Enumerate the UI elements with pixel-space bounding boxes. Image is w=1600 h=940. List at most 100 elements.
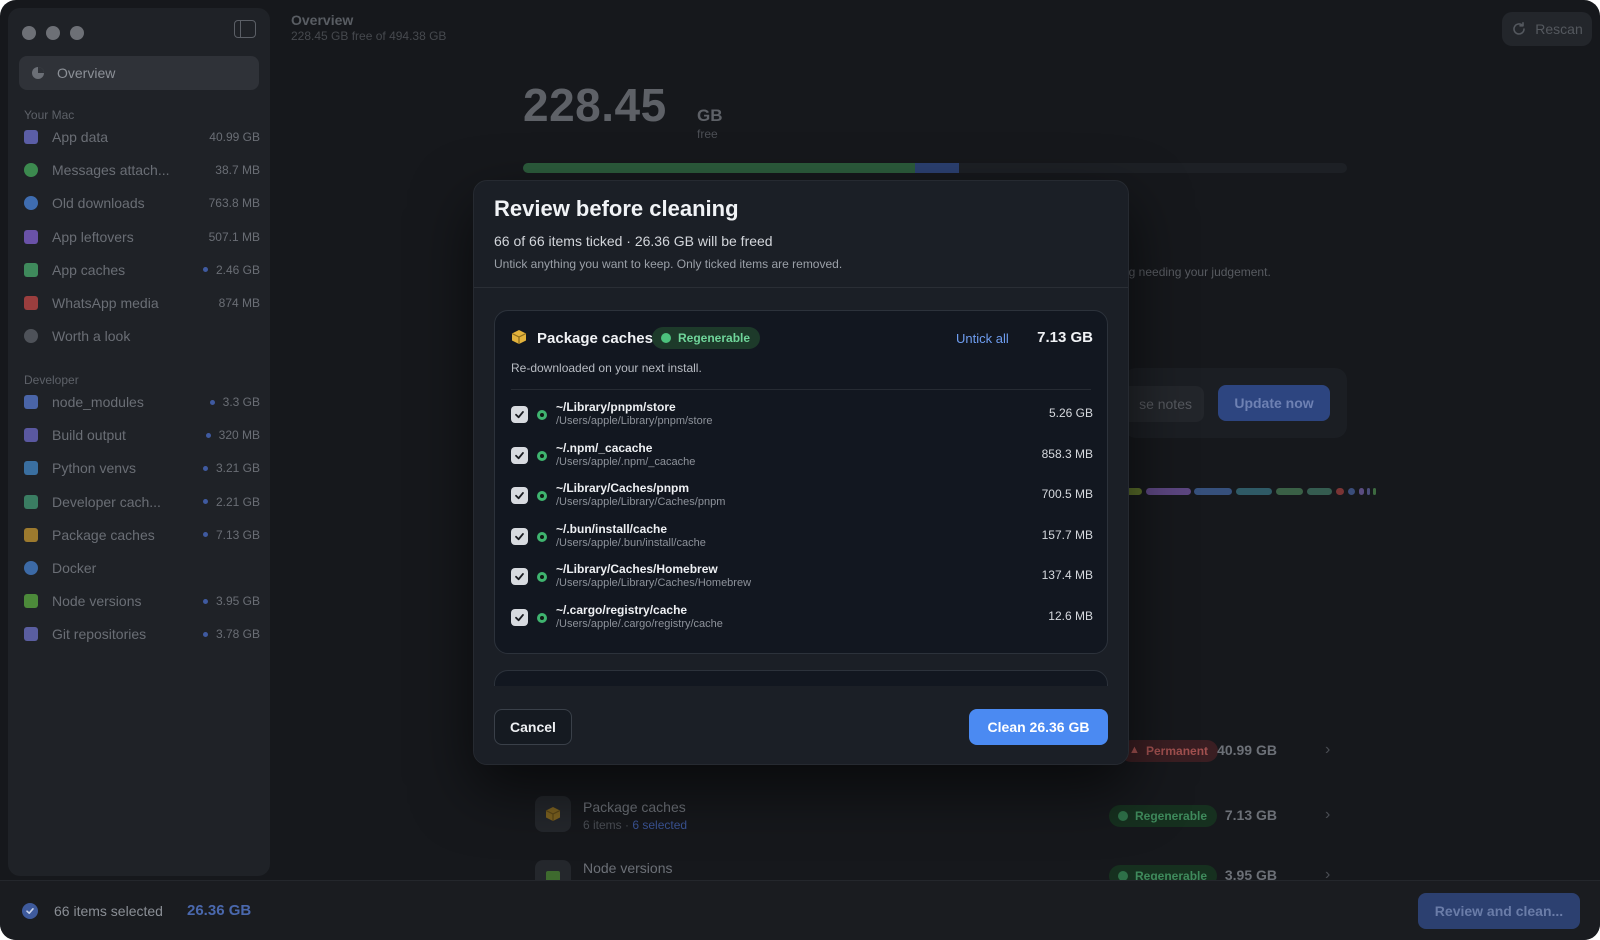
regenerable-icon	[537, 491, 547, 501]
segment	[1359, 488, 1364, 495]
item-path: ~/Library/pnpm/store	[556, 400, 676, 414]
sidebar-item-label: App caches	[52, 261, 126, 278]
bottom-bar: 66 items selected 26.36 GB Review and cl…	[0, 880, 1600, 940]
selected-size: 26.36 GB	[187, 902, 252, 919]
item-size: 700.5 MB	[1041, 487, 1093, 501]
item-path: ~/Library/Caches/pnpm	[556, 481, 690, 495]
segment	[1194, 488, 1232, 495]
sidebar-item-label: WhatsApp media	[52, 295, 159, 311]
item-checkbox[interactable]	[511, 608, 528, 626]
grid-icon	[24, 130, 38, 144]
sidebar-item[interactable]: Python venvs 3.21 GB	[24, 456, 260, 480]
window-controls	[22, 26, 84, 40]
clean-button[interactable]: Clean 26.36 GB	[969, 709, 1108, 745]
row-meta: 6 items · 6 selected	[583, 818, 688, 832]
free-space-value: 228.45	[523, 79, 667, 131]
segment	[1373, 488, 1376, 495]
review-and-clean-button[interactable]: Review and clean...	[1418, 893, 1580, 929]
sidebar-item[interactable]: Build output 320 MB	[24, 423, 260, 447]
regenerable-icon	[537, 450, 547, 461]
sidebar-item-size: 2.21 GB	[215, 494, 260, 509]
item-size: 12.6 MB	[1048, 608, 1093, 623]
sidebar-item[interactable]: node_modules 3.3 GB	[24, 390, 260, 414]
item-path: ~/.npm/_cacache	[556, 440, 653, 455]
warning-icon: ▲	[1129, 744, 1140, 756]
free-space-unit: GB	[697, 106, 723, 125]
package-icon	[535, 796, 571, 832]
sidebar-item[interactable]: App data 40.99 GB	[24, 125, 260, 149]
regenerable-icon	[537, 531, 547, 542]
item-checkbox[interactable]	[511, 446, 528, 464]
zoom-window-button[interactable]	[70, 26, 84, 40]
sidebar-item[interactable]: Git repositories 3.78 GB	[24, 622, 260, 646]
sidebar-item-label: Git repositories	[52, 626, 147, 643]
group-name: Package caches	[537, 330, 653, 347]
rescan-button[interactable]: Rescan	[1502, 12, 1592, 46]
sidebar-item-overview[interactable]: Overview	[19, 56, 259, 90]
segment	[1336, 488, 1344, 495]
list-item[interactable]: ~/.bun/install/cache/Users/apple/.bun/in…	[511, 522, 1093, 556]
close-window-button[interactable]	[22, 26, 36, 40]
cancel-button[interactable]: Cancel	[494, 709, 572, 745]
row-size: 7.13 GB	[1224, 807, 1277, 823]
sidebar-item-label: Package caches	[52, 526, 155, 543]
list-item[interactable]: ~/Library/Caches/Homebrew/Users/apple/Li…	[511, 562, 1093, 596]
sidebar-item[interactable]: WhatsApp media 874 MB	[24, 291, 260, 315]
sidebar-item[interactable]: App caches 2.46 GB	[24, 258, 260, 282]
sidebar-item[interactable]: App leftovers 507.1 MB	[24, 225, 260, 249]
segment	[1348, 488, 1355, 495]
list-item[interactable]: ~/.cargo/registry/cache/Users/apple/.car…	[511, 603, 1093, 637]
pie-chart-icon	[32, 67, 44, 79]
item-checkbox[interactable]	[511, 406, 528, 423]
sidebar-section-title: Your Mac	[24, 108, 75, 122]
list-item[interactable]: Node versions Regenerable 3.95 GB ›	[535, 860, 1345, 880]
sidebar-item[interactable]: Old downloads 763.8 MB	[24, 191, 260, 215]
hammer-icon	[24, 428, 38, 443]
sidebar-item-label: node_modules	[52, 394, 144, 410]
item-full-path: /Users/apple/Library/pnpm/store	[556, 415, 713, 427]
sidebar-item[interactable]: Worth a look	[24, 324, 260, 348]
row-size: 3.95 GB	[1224, 867, 1277, 880]
regenerable-badge: Regenerable	[652, 327, 761, 349]
sidebar-item-size: 507.1 MB	[208, 229, 260, 244]
page-title: Overview	[291, 12, 354, 28]
node-icon	[535, 860, 571, 880]
minimize-window-button[interactable]	[46, 26, 60, 40]
list-item[interactable]: ~/Library/pnpm/store/Users/apple/Library…	[511, 400, 1093, 434]
sidebar-section-title: Developer	[24, 373, 79, 387]
usage-fill-used	[523, 163, 915, 173]
drive-icon	[24, 494, 38, 509]
sidebar-item[interactable]: Package caches 7.13 GB	[24, 523, 260, 547]
group-size: 7.13 GB	[1037, 329, 1093, 346]
item-checkbox[interactable]	[511, 487, 528, 504]
sidebar-item[interactable]: Messages attach... 38.7 MB	[24, 158, 260, 182]
cube-icon	[24, 229, 38, 244]
package-icon	[24, 527, 38, 542]
row-size: 40.99 GB	[1217, 742, 1277, 758]
regenerable-icon	[1118, 811, 1128, 821]
sidebar-item[interactable]: Developer cach... 2.21 GB	[24, 490, 260, 514]
item-checkbox[interactable]	[511, 568, 528, 585]
sidebar-item[interactable]: Node versions 3.95 GB	[24, 589, 260, 613]
sidebar-item[interactable]: Docker	[24, 556, 260, 580]
chevron-right-icon: ›	[1325, 806, 1331, 823]
divider	[511, 389, 1091, 390]
untick-all-link[interactable]: Untick all	[956, 331, 1009, 346]
item-path: ~/Library/Caches/Homebrew	[556, 562, 718, 576]
sidebar-toggle-icon[interactable]	[234, 20, 256, 38]
dialog-scroll-area[interactable]: Package caches Regenerable Untick all 7.…	[474, 288, 1128, 686]
list-item[interactable]: ~/.npm/_cacache/Users/apple/.npm/_cacach…	[511, 441, 1093, 475]
sidebar-item-label: Overview	[57, 65, 116, 81]
refresh-icon	[1513, 22, 1526, 35]
update-now-button[interactable]: Update now	[1218, 385, 1330, 421]
item-path: ~/.cargo/registry/cache	[556, 602, 688, 617]
list-item[interactable]: Package caches 6 items · 6 selected Rege…	[535, 796, 1345, 836]
sidebar-item-label: App data	[52, 129, 109, 145]
selected-count: 66 items selected	[54, 903, 163, 919]
sidebar-item-size: 763.8 MB	[208, 196, 260, 211]
selection-dot	[205, 432, 211, 438]
sidebar-item-label: Python venvs	[52, 460, 137, 477]
list-item[interactable]: ~/Library/Caches/pnpm/Users/apple/Librar…	[511, 481, 1093, 515]
row-name: Node versions	[583, 860, 673, 876]
item-checkbox[interactable]	[511, 527, 528, 545]
